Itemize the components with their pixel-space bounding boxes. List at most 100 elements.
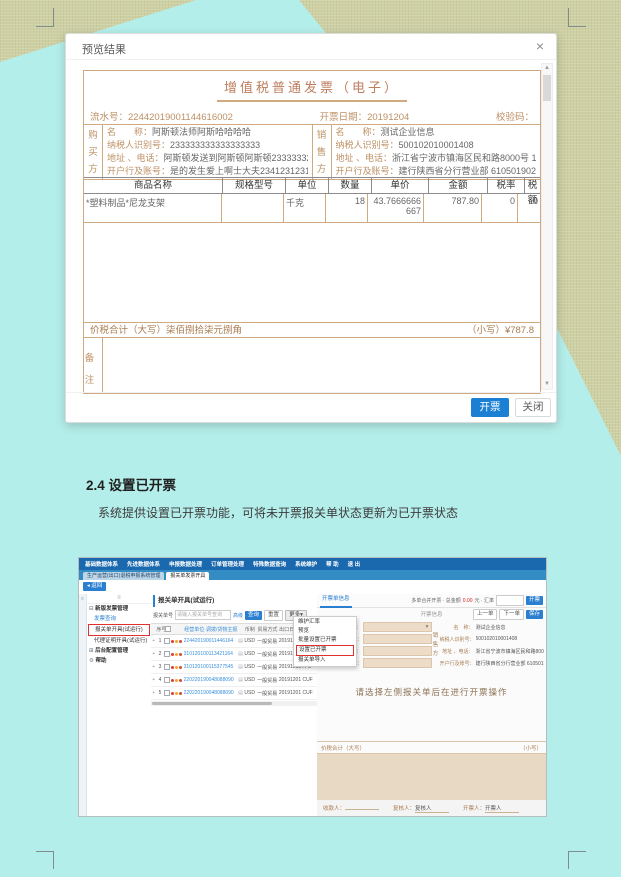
panel-title: 报关单开具(试运行) (153, 595, 317, 607)
exchange-rate-input[interactable] (495, 595, 524, 606)
item-amount: 787.80 (424, 194, 482, 222)
scrollbar-thumb[interactable] (543, 75, 551, 101)
status-dots (170, 691, 184, 695)
menu-item[interactable]: 系统维护 (295, 560, 317, 568)
search-input[interactable] (175, 610, 232, 620)
row-checkbox[interactable] (164, 677, 171, 683)
back-icon: ◂ (87, 583, 90, 589)
menu-item-preview[interactable]: 预览 (294, 627, 356, 636)
declaration-link[interactable]: 310120100115377545 (184, 664, 238, 670)
app-screenshot: 基础数据体系 先进数据体系 申报数据处理 订单管理处理 特殊数据查询 系统维护 … (78, 557, 547, 817)
sidebar-item-backend-config[interactable]: ⊞ 后台配置管理 (87, 646, 151, 656)
invoice-items-table: 商品名称 规格型号 单位 数量 单价 金额 税率 税额 *塑料制品*尼龙支架 千… (84, 177, 540, 223)
menu-item[interactable]: 申报数据处理 (169, 560, 202, 568)
tab-declaration-system[interactable]: 生产运营(出口)退税申报系统管理 (83, 572, 165, 580)
dialog-header: 预览结果 × (66, 34, 556, 60)
crop-mark-bottom-right (568, 851, 586, 852)
close-dialog-button[interactable]: 关闭 (515, 398, 551, 417)
crop-mark-bottom-left (36, 851, 54, 852)
crop-mark-bottom-right (568, 851, 569, 869)
declaration-link[interactable]: 310120100113421164 (184, 651, 238, 657)
item-price: 43.7666666667 (368, 194, 424, 222)
menu-item[interactable]: 帮 助 (326, 560, 339, 568)
menu-item[interactable]: 订单管理处理 (211, 560, 244, 568)
app-toolbar: ◂ 返回 (79, 580, 546, 595)
panel-footer: 收款人： 复核人：复核人 开票人：开票人 (317, 800, 546, 816)
reset-button[interactable]: 重置 (264, 609, 284, 621)
more-dropdown-menu: 维护汇率 预览 批量设置已开票 设置已开票 报关单导入 (293, 616, 357, 667)
buyer-name-row: 名 称：阿斯顿法师阿斯哈哈哈哈 (107, 127, 252, 137)
select-all-checkbox[interactable] (164, 626, 172, 632)
scrollbar-thumb[interactable] (152, 702, 272, 705)
sidebar-item-declaration-issue[interactable]: 报关单开具(试运行) (88, 624, 150, 636)
tab-invoice-info[interactable]: 开票单信息 (320, 594, 352, 608)
row-checkbox[interactable] (164, 690, 171, 696)
item-unit: 千克 (284, 194, 326, 222)
buyer-name-select[interactable]: ▼ (363, 622, 432, 632)
menu-item-batch-set-invoiced[interactable]: 批量设置已开票 (294, 636, 356, 645)
table-row[interactable]: + 5 220220190048088090 ▤ USD 一般贸易 201912… (151, 687, 317, 700)
search-label: 报关单号 (153, 612, 174, 619)
payee-field: 收款人： (323, 804, 380, 812)
sidebar-collapse-icon[interactable]: ≡ (87, 594, 151, 604)
total-in-figures-label: （小写） (519, 745, 542, 752)
menu-item-maintain-rate[interactable]: 维护汇率 (294, 618, 356, 627)
col-no: 序号 (156, 626, 167, 633)
panel-total-row: 价税合计（大写） （小写） (317, 741, 546, 754)
crop-mark-top-left (53, 8, 54, 26)
table-row[interactable]: + 4 220220190048088090 ▤ USD 一般贸易 201912… (151, 674, 317, 687)
menu-item-import-declaration[interactable]: 报关单导入 (294, 656, 356, 665)
buyer-bank-input[interactable] (363, 658, 432, 668)
select-declaration-hint: 请选择左侧报关单后在进行开票操作 (355, 687, 508, 697)
buyer-address-input[interactable] (363, 646, 432, 656)
seller-side-label: 销售方 (432, 632, 439, 657)
item-tax: 0 (532, 196, 538, 206)
sidebar-item-agent-cert-issue[interactable]: 代理证明开具(试运行) (87, 636, 151, 646)
seller-side-label: 销售方 (311, 125, 332, 179)
close-icon[interactable]: × (536, 38, 544, 54)
tree-expand-icon: ⊞ (89, 648, 94, 654)
invoice-title-underline (217, 100, 407, 102)
menu-item[interactable]: 基础数据体系 (85, 560, 118, 568)
sidebar-item-help[interactable]: ⚙ 帮助 (87, 656, 151, 666)
menu-item[interactable]: 先进数据体系 (127, 560, 160, 568)
buyer-taxid-input[interactable] (363, 634, 432, 644)
row-checkbox[interactable] (164, 651, 171, 657)
seller-taxid-field: 纳税人识别号： 500102010001408 (439, 636, 518, 643)
row-checkbox[interactable] (164, 638, 171, 644)
declaration-link[interactable]: 224420190011446164 (184, 638, 238, 644)
tab-invoice-issue[interactable]: 报关单发票开具 (166, 572, 210, 580)
total-in-figures: （小写）¥787.8 (466, 325, 534, 336)
buyer-taxid-row: 纳税人识别号：233333333333333333 (107, 140, 261, 150)
scroll-up-icon[interactable]: ▲ (542, 64, 552, 73)
menu-item[interactable]: 特殊数据查询 (253, 560, 286, 568)
issue-invoice-button[interactable]: 开票 (471, 398, 509, 417)
invoice-meta-row: 流水号：22442019001144616002 开票日期：20191204 校… (90, 109, 534, 123)
row-checkbox[interactable] (164, 664, 171, 670)
item-qty: 18 (326, 194, 368, 222)
menu-item[interactable]: 退 出 (348, 560, 361, 568)
total-in-words-label: 价税合计（大写） (321, 745, 366, 752)
invoice-preview: 增值税普通发票（电子） 流水号：22442019001144616002 开票日… (83, 70, 541, 394)
dialog-scrollbar[interactable]: ▲ ▼ (541, 63, 553, 390)
advanced-search-link[interactable]: 高级 (233, 612, 243, 619)
declaration-link[interactable]: 220220190048088090 (184, 677, 238, 683)
collapsed-nav-strip[interactable]: ≡ (79, 594, 87, 816)
sidebar-item-invoice-query[interactable]: 发票查询 (87, 614, 151, 624)
scroll-down-icon[interactable]: ▼ (542, 380, 552, 389)
declaration-link[interactable]: 220220190048088090 (184, 690, 238, 696)
invoice-serial: 流水号：22442019001144616002 (90, 112, 233, 123)
seller-name-row: 名 称：测试企业信息 (335, 127, 435, 137)
seller-address-field: 地址 、电话： 浙江省宁波市镇海区民和路8000号 13434300... (442, 648, 544, 655)
hamburger-icon[interactable]: ≡ (79, 596, 86, 602)
horizontal-scrollbar[interactable] (151, 701, 317, 706)
issue-button[interactable]: 开票 (525, 596, 543, 605)
section-heading: 2.4 设置已开票 (86, 478, 177, 493)
menu-item-set-invoiced[interactable]: 设置已开票 (296, 645, 354, 656)
sidebar-item-invoice-mgmt[interactable]: ⊟ 新版发票管理 (87, 604, 151, 614)
seller-address-row: 地址 、电话：浙江省宁波市镇海区民和路8000号 134343000... (335, 153, 537, 163)
back-button[interactable]: ◂ 返回 (83, 582, 107, 591)
invoice-total-row: 价税合计（大写）柒佰捌拾柒元捌角 （小写）¥787.8 (84, 322, 540, 338)
query-button[interactable]: 查询 (245, 610, 263, 620)
manual-page: { "icons": { "close": "×", "scroll_up": … (0, 0, 621, 877)
